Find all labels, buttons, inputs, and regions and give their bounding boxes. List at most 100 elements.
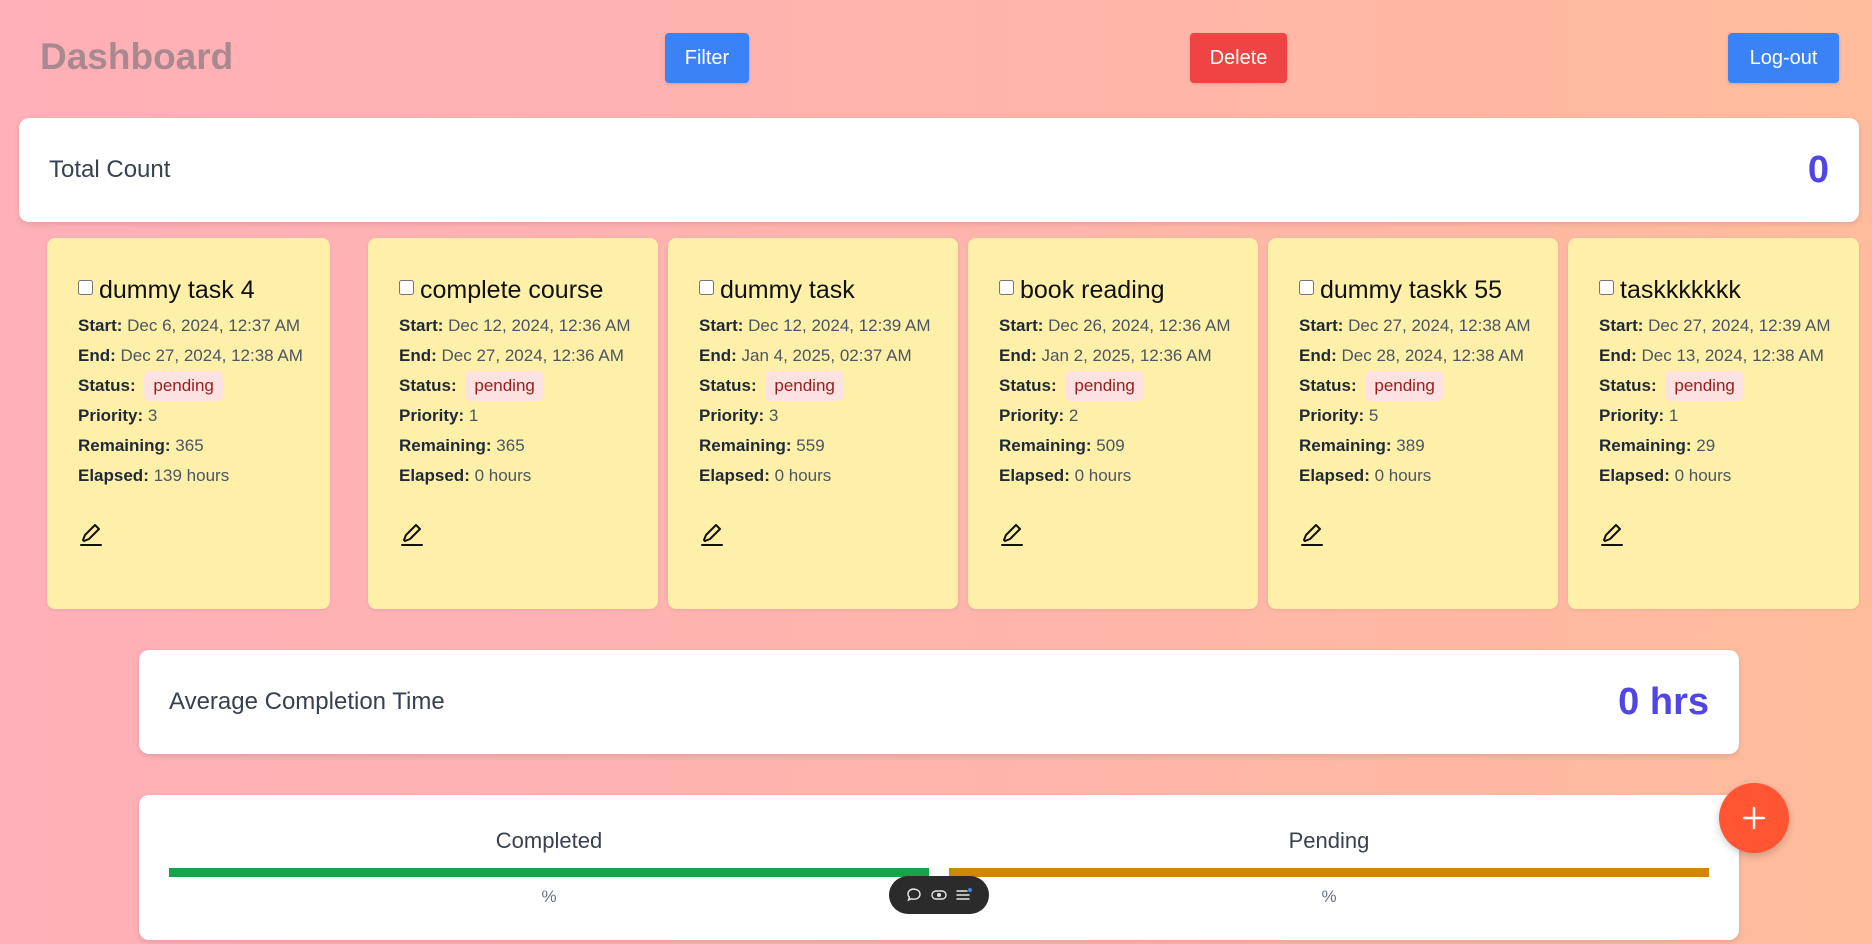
- task-end-row: End: Jan 4, 2025, 02:37 AM: [699, 341, 928, 371]
- task-remaining: 559: [796, 436, 825, 455]
- task-title: dummy task 4: [99, 276, 255, 304]
- task-card: complete course Start: Dec 12, 2024, 12:3…: [368, 238, 658, 609]
- pencil-icon[interactable]: [1598, 520, 1626, 548]
- status-badge: pending: [1665, 371, 1744, 401]
- task-priority-row: Priority: 1: [1599, 401, 1829, 431]
- task-priority-row: Priority: 1: [399, 401, 628, 431]
- task-checkbox[interactable]: [1299, 280, 1314, 295]
- task-status-row: Status: pending: [1599, 371, 1829, 401]
- eye-icon[interactable]: [930, 886, 948, 904]
- task-title: taskkkkkkk: [1620, 276, 1741, 304]
- completed-percent: %: [541, 887, 557, 906]
- status-label: Status:: [699, 376, 757, 395]
- task-status-row: Status: pending: [399, 371, 628, 401]
- task-title: dummy task: [720, 276, 855, 304]
- elapsed-label: Elapsed:: [1599, 466, 1670, 485]
- task-title: complete course: [420, 276, 604, 304]
- task-title-row: dummy task: [699, 276, 928, 305]
- pending-block: Pending %: [949, 828, 1709, 907]
- completed-label: Completed: [495, 828, 603, 853]
- total-count-panel: Total Count 0: [19, 118, 1859, 222]
- remaining-label: Remaining:: [999, 436, 1092, 455]
- elapsed-label: Elapsed:: [1299, 466, 1370, 485]
- start-label: Start:: [1599, 316, 1644, 335]
- task-elapsed: 0 hours: [474, 466, 532, 485]
- floating-toolbar: [889, 876, 989, 914]
- pencil-icon[interactable]: [398, 520, 426, 548]
- list-icon[interactable]: [955, 886, 973, 904]
- task-remaining-row: Remaining: 389: [1299, 431, 1528, 461]
- end-label: End:: [999, 346, 1037, 365]
- status-label: Status:: [999, 376, 1057, 395]
- end-label: End:: [1599, 346, 1637, 365]
- task-status-row: Status: pending: [1299, 371, 1528, 401]
- task-elapsed: 0 hours: [1374, 466, 1432, 485]
- task-checkbox[interactable]: [78, 280, 93, 295]
- task-status-row: Status: pending: [699, 371, 928, 401]
- pending-percent: %: [1321, 887, 1337, 906]
- total-count-value: 0: [1807, 148, 1829, 191]
- task-elapsed-row: Elapsed: 0 hours: [399, 461, 628, 491]
- average-completion-value: 0 hrs: [1618, 680, 1709, 723]
- start-label: Start:: [999, 316, 1044, 335]
- elapsed-label: Elapsed:: [78, 466, 149, 485]
- task-end: Dec 13, 2024, 12:38 AM: [1641, 346, 1824, 365]
- task-title: book reading: [1020, 276, 1165, 304]
- start-label: Start:: [699, 316, 744, 335]
- end-label: End:: [78, 346, 116, 365]
- task-remaining-row: Remaining: 365: [78, 431, 300, 461]
- task-end: Dec 27, 2024, 12:38 AM: [120, 346, 303, 365]
- task-start-row: Start: Dec 27, 2024, 12:39 AM: [1599, 311, 1831, 341]
- task-checkbox[interactable]: [399, 280, 414, 295]
- add-task-button[interactable]: [1719, 783, 1789, 853]
- task-start: Dec 12, 2024, 12:36 AM: [448, 316, 631, 335]
- task-start-row: Start: Dec 12, 2024, 12:36 AM: [399, 311, 631, 341]
- priority-label: Priority:: [999, 406, 1065, 425]
- task-card: dummy task Start: Dec 12, 2024, 12:39 AM E…: [668, 238, 958, 609]
- pencil-icon[interactable]: [998, 520, 1026, 548]
- progress-panel: Completed % Pending %: [139, 795, 1739, 940]
- task-elapsed: 0 hours: [1674, 466, 1732, 485]
- pencil-icon[interactable]: [1298, 520, 1326, 548]
- task-priority: 1: [468, 406, 479, 425]
- delete-button[interactable]: Delete: [1190, 33, 1287, 83]
- task-card: dummy task 4 Start: Dec 6, 2024, 12:37 AM…: [47, 238, 330, 609]
- task-priority-row: Priority: 3: [78, 401, 300, 431]
- filter-button[interactable]: Filter: [665, 33, 749, 83]
- task-elapsed: 0 hours: [1074, 466, 1132, 485]
- end-label: End:: [699, 346, 737, 365]
- pencil-icon[interactable]: [77, 520, 105, 548]
- task-end-row: End: Jan 2, 2025, 12:36 AM: [999, 341, 1228, 371]
- elapsed-label: Elapsed:: [699, 466, 770, 485]
- task-priority-row: Priority: 5: [1299, 401, 1528, 431]
- pending-bar: [949, 868, 1709, 877]
- chat-icon[interactable]: [905, 886, 923, 904]
- average-completion-panel: Average Completion Time 0 hrs: [139, 650, 1739, 754]
- completed-block: Completed %: [169, 828, 929, 907]
- task-card: taskkkkkkk Start: Dec 27, 2024, 12:39 AM E…: [1568, 238, 1859, 609]
- task-priority: 1: [1668, 406, 1679, 425]
- completed-bar: [169, 868, 929, 877]
- priority-label: Priority:: [699, 406, 765, 425]
- task-priority-row: Priority: 3: [699, 401, 928, 431]
- start-label: Start:: [78, 316, 123, 335]
- status-label: Status:: [399, 376, 457, 395]
- elapsed-label: Elapsed:: [999, 466, 1070, 485]
- pencil-icon[interactable]: [698, 520, 726, 548]
- logout-button[interactable]: Log-out: [1728, 33, 1839, 83]
- priority-label: Priority:: [399, 406, 465, 425]
- remaining-label: Remaining:: [1299, 436, 1392, 455]
- task-start-row: Start: Dec 12, 2024, 12:39 AM: [699, 311, 931, 341]
- task-end: Jan 4, 2025, 02:37 AM: [741, 346, 912, 365]
- task-checkbox[interactable]: [699, 280, 714, 295]
- task-status-row: Status: pending: [78, 371, 300, 401]
- start-label: Start:: [1299, 316, 1344, 335]
- elapsed-label: Elapsed:: [399, 466, 470, 485]
- priority-label: Priority:: [1299, 406, 1365, 425]
- task-status-row: Status: pending: [999, 371, 1228, 401]
- task-remaining: 509: [1096, 436, 1125, 455]
- task-remaining: 365: [175, 436, 204, 455]
- task-start: Dec 27, 2024, 12:38 AM: [1348, 316, 1531, 335]
- task-checkbox[interactable]: [1599, 280, 1614, 295]
- task-checkbox[interactable]: [999, 280, 1014, 295]
